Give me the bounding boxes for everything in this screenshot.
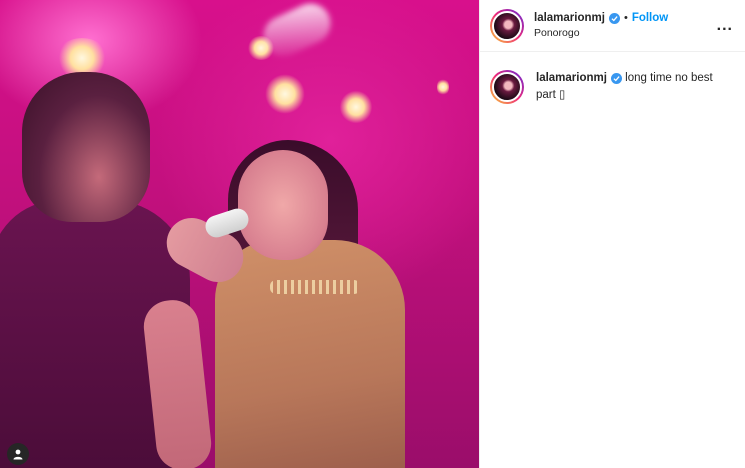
tagged-user-icon[interactable] — [7, 443, 29, 465]
person-icon — [13, 449, 23, 460]
author-avatar[interactable] — [490, 8, 524, 43]
separator-dot: • — [623, 11, 628, 24]
singer-face — [238, 150, 328, 260]
caption-body: lalamarionmj long time no best part ▯ — [536, 70, 733, 104]
stage-light — [437, 78, 449, 96]
post-header: lalamarionmj • Follow Ponorogo ... — [480, 0, 745, 52]
stage-light — [340, 90, 372, 124]
jacket-sequins — [270, 280, 360, 294]
man-head — [22, 72, 150, 222]
verified-badge-icon — [610, 73, 622, 84]
caption-author-avatar[interactable] — [490, 70, 524, 104]
post-photo[interactable] — [0, 0, 479, 468]
author-info: lalamarionmj • Follow Ponorogo — [534, 11, 717, 41]
author-row: lalamarionmj • Follow — [534, 11, 717, 26]
more-options-icon[interactable]: ... — [717, 17, 733, 35]
post-side-panel: lalamarionmj • Follow Ponorogo ... lalam… — [479, 0, 745, 468]
stage-light — [265, 74, 305, 114]
author-username[interactable]: lalamarionmj — [534, 11, 605, 26]
post-caption: lalamarionmj long time no best part ▯ — [480, 52, 745, 104]
caption-username[interactable]: lalamarionmj — [536, 72, 607, 84]
avatar-image — [492, 10, 522, 41]
avatar-image — [492, 72, 522, 102]
post-location[interactable]: Ponorogo — [534, 26, 717, 41]
follow-button[interactable]: Follow — [632, 11, 668, 26]
verified-badge-icon — [608, 12, 620, 24]
singer-jacket — [215, 240, 405, 468]
